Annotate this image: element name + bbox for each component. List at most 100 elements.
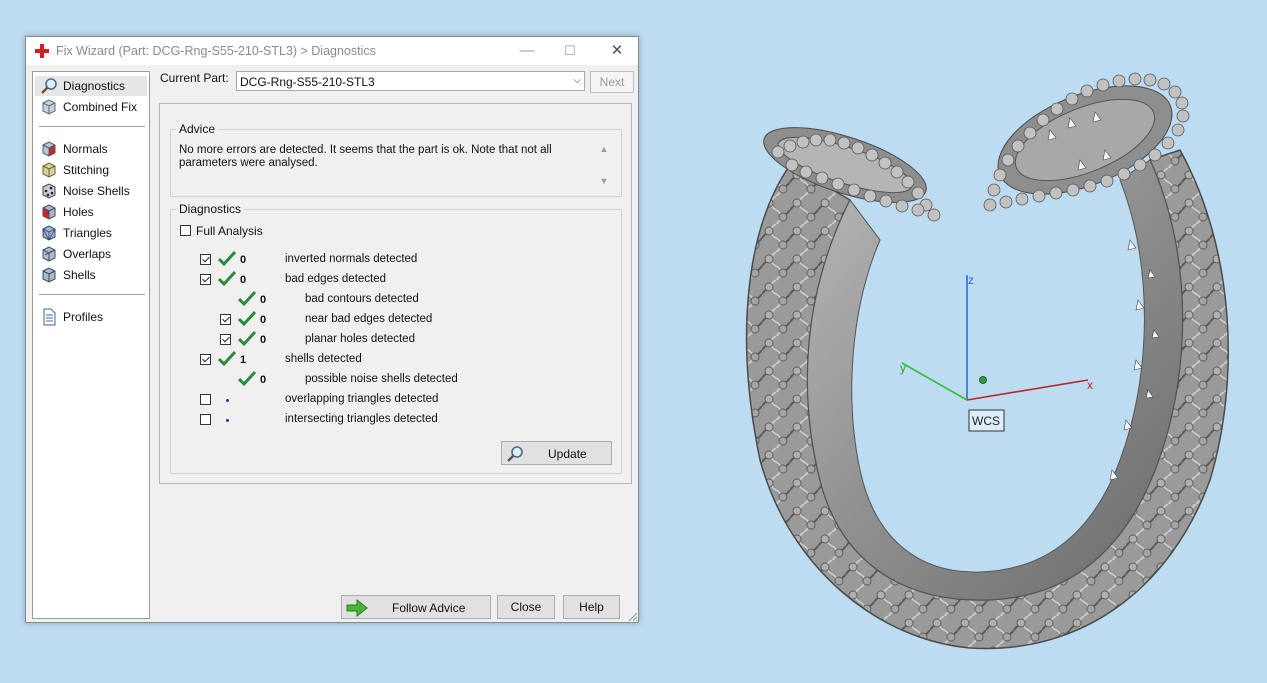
diag-count: 0 (260, 374, 267, 386)
update-label: Update (548, 447, 587, 461)
checkmark-icon (218, 351, 236, 367)
sidebar-item-normals[interactable]: Normals (35, 139, 147, 159)
stitching-cube-icon (42, 162, 56, 178)
sidebar-divider (39, 126, 145, 127)
update-button[interactable]: Update (501, 441, 612, 465)
diag-count: 0 (240, 254, 247, 266)
sidebar-item-triangles[interactable]: Triangles (35, 223, 147, 243)
sidebar-item-label: Stitching (63, 163, 110, 177)
diag-count: 0 (240, 274, 247, 286)
diagnostics-title: Diagnostics (176, 202, 245, 216)
overlaps-cube-icon (42, 246, 56, 262)
close-window-button[interactable]: ✕ (602, 41, 632, 61)
axis-x-label: x (1087, 378, 1093, 392)
combined-fix-icon (42, 99, 56, 115)
diag-checkbox-inverted-normals[interactable] (200, 254, 211, 265)
sidebar-item-overlaps[interactable]: Overlaps (35, 244, 147, 264)
sidebar-item-diagnostics[interactable]: Diagnostics (35, 76, 147, 96)
diag-checkbox-shells[interactable] (200, 354, 211, 365)
not-analysed-dot-icon (226, 399, 229, 402)
checkmark-icon (238, 291, 256, 307)
sidebar-item-label: Diagnostics (63, 79, 126, 93)
triangles-cube-icon (42, 225, 56, 241)
minimize-button[interactable]: — (512, 41, 542, 61)
ring-model[interactable]: z x y WCS (650, 0, 1267, 680)
diag-label: intersecting triangles detected (285, 413, 438, 425)
diag-count: 0 (260, 314, 267, 326)
diag-checkbox-overlapping-triangles[interactable] (200, 394, 211, 405)
sidebar-item-label: Overlaps (63, 247, 112, 261)
3d-viewport[interactable]: z x y WCS (650, 0, 1267, 680)
sidebar-item-stitching[interactable]: Stitching (35, 160, 147, 180)
checkmark-icon (218, 251, 236, 267)
diag-label: bad contours detected (305, 293, 419, 305)
sidebar-item-noise-shells[interactable]: Noise Shells (35, 181, 147, 201)
chevron-down-icon: ⌵ (573, 75, 581, 86)
checkmark-icon (238, 311, 256, 327)
sidebar-item-shells[interactable]: Shells (35, 265, 147, 285)
sidebar-item-label: Noise Shells (63, 184, 130, 198)
sidebar-divider (39, 294, 145, 295)
diag-label: bad edges detected (285, 273, 387, 285)
diag-checkbox-near-bad-edges[interactable] (220, 314, 231, 325)
sidebar-item-profiles[interactable]: Profiles (35, 307, 147, 327)
sidebar-item-label: Profiles (63, 310, 104, 324)
diag-label: near bad edges detected (305, 313, 433, 325)
advice-text-line: No more errors are detected. It seems th… (179, 144, 552, 156)
wcs-label: WCS (972, 414, 1000, 428)
magnifier-icon (41, 78, 57, 94)
advice-group: Advice No more errors are detected. It s… (170, 122, 622, 197)
full-analysis-checkbox[interactable] (180, 225, 191, 236)
noise-shells-cube-icon (42, 183, 56, 199)
checkmark-icon (218, 271, 236, 287)
current-part-select[interactable]: DCG-Rng-S55-210-STL3 ⌵ (236, 71, 585, 91)
green-arrow-right-icon (346, 599, 368, 617)
current-part-label: Current Part: (160, 71, 229, 85)
title-bar[interactable]: Fix Wizard (Part: DCG-Rng-S55-210-STL3) … (26, 37, 638, 65)
checkmark-icon (238, 371, 256, 387)
sidebar-item-holes[interactable]: Holes (35, 202, 147, 222)
sidebar-item-label: Normals (63, 142, 108, 156)
axis-y-label: y (900, 361, 906, 375)
next-button[interactable]: Next (590, 71, 634, 93)
diag-count: 1 (240, 354, 247, 366)
diagnostics-group: Diagnostics Full Analysis 0 inverted nor… (170, 202, 622, 474)
sidebar-item-combined-fix[interactable]: Combined Fix (35, 97, 147, 117)
wcs-axes (901, 275, 1089, 401)
magnifier-icon (507, 446, 523, 462)
red-cross-icon (35, 44, 49, 58)
diag-count: 0 (260, 294, 267, 306)
diag-count: 0 (260, 334, 267, 346)
resize-grip-icon[interactable] (626, 610, 638, 622)
fix-wizard-dialog: Fix Wizard (Part: DCG-Rng-S55-210-STL3) … (25, 36, 639, 623)
advice-text-line: parameters were analysed. (179, 157, 318, 169)
diag-label: planar holes detected (305, 333, 415, 345)
close-button[interactable]: Close (497, 595, 555, 619)
profiles-document-icon (43, 308, 56, 326)
full-analysis-label: Full Analysis (196, 224, 263, 238)
checkmark-icon (238, 331, 256, 347)
current-part-value: DCG-Rng-S55-210-STL3 (240, 75, 375, 89)
normals-cube-icon (42, 141, 56, 157)
advice-title: Advice (176, 122, 219, 136)
axis-z-label: z (968, 273, 974, 287)
window-title: Fix Wizard (Part: DCG-Rng-S55-210-STL3) … (56, 44, 376, 58)
sidebar-nav: Diagnostics Combined Fix Normals Stitchi (32, 71, 150, 619)
maximize-button[interactable]: ☐ (555, 41, 585, 61)
help-button[interactable]: Help (563, 595, 620, 619)
sidebar-item-label: Combined Fix (63, 100, 138, 114)
not-analysed-dot-icon (226, 419, 229, 422)
diag-checkbox-intersecting-triangles[interactable] (200, 414, 211, 425)
follow-advice-button[interactable]: Follow Advice (341, 595, 491, 619)
diag-label: inverted normals detected (285, 253, 418, 265)
diag-checkbox-bad-edges[interactable] (200, 274, 211, 285)
scroll-up-arrow[interactable]: ▲ (597, 144, 611, 154)
sidebar-item-label: Holes (63, 205, 94, 219)
scroll-down-arrow[interactable]: ▼ (597, 176, 611, 186)
diag-label: possible noise shells detected (305, 373, 458, 385)
follow-advice-label: Follow Advice (392, 601, 466, 615)
diag-checkbox-planar-holes[interactable] (220, 334, 231, 345)
sidebar-item-label: Shells (63, 268, 96, 282)
shells-cube-icon (42, 267, 56, 283)
advice-text: No more errors are detected. It seems th… (179, 144, 592, 182)
